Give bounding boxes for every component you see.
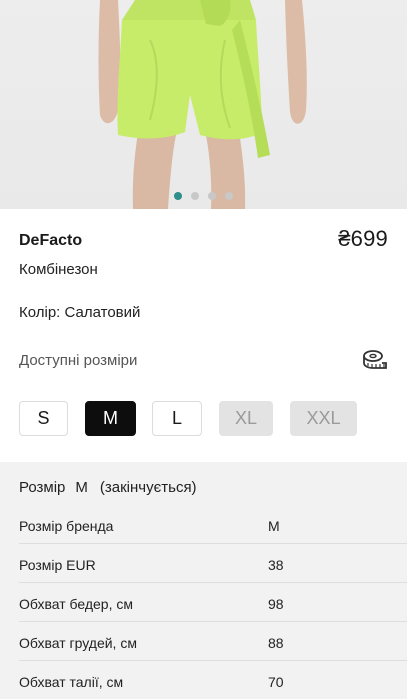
size-option-m[interactable]: M (85, 401, 136, 436)
detail-value: 98 (268, 596, 284, 612)
size-detail-row: Розмір EUR 38 (19, 544, 407, 583)
product-price: ₴699 (338, 226, 388, 251)
available-sizes-title: Доступні розміри (19, 352, 138, 369)
stock-status-note: (закінчується) (99, 479, 197, 496)
size-details-title: Розмір M (закінчується) (19, 479, 197, 496)
detail-key: Обхват бедер, см (19, 596, 133, 612)
size-label: Розмір (19, 479, 66, 496)
product-image-gallery[interactable] (0, 0, 407, 209)
gallery-dot[interactable] (208, 192, 216, 200)
gallery-dot[interactable] (191, 192, 199, 200)
product-color: Колір: Салатовий (19, 304, 141, 321)
size-option-l[interactable]: L (152, 401, 202, 436)
size-option-xl: XL (219, 401, 273, 436)
detail-key: Розмір EUR (19, 557, 96, 573)
size-detail-row: Обхват бедер, см 98 (19, 583, 407, 622)
size-option-s[interactable]: S (19, 401, 68, 436)
size-detail-row: Розмір бренда M (19, 505, 407, 544)
size-details-panel: Розмір M (закінчується) Розмір бренда M Ро… (0, 462, 407, 699)
product-name: Комбінезон (19, 261, 98, 278)
size-detail-row: Обхват талії, см 70 (19, 661, 407, 699)
size-value: M (75, 479, 88, 496)
size-option-xxl: XXL (290, 401, 357, 436)
detail-value: 70 (268, 674, 284, 690)
detail-value: M (268, 518, 280, 534)
detail-key: Обхват талії, см (19, 674, 124, 690)
detail-key: Розмір бренда (19, 518, 114, 534)
detail-value: 88 (268, 635, 284, 651)
gallery-dot[interactable] (174, 192, 182, 200)
gallery-dot[interactable] (225, 192, 233, 200)
brand-name[interactable]: DeFacto (19, 232, 82, 250)
measuring-tape-icon[interactable] (362, 348, 388, 372)
size-detail-row: Обхват грудей, см 88 (19, 622, 407, 661)
product-photo (98, 0, 307, 209)
detail-value: 38 (268, 557, 284, 573)
detail-key: Обхват грудей, см (19, 635, 137, 651)
gallery-pagination (0, 192, 407, 200)
